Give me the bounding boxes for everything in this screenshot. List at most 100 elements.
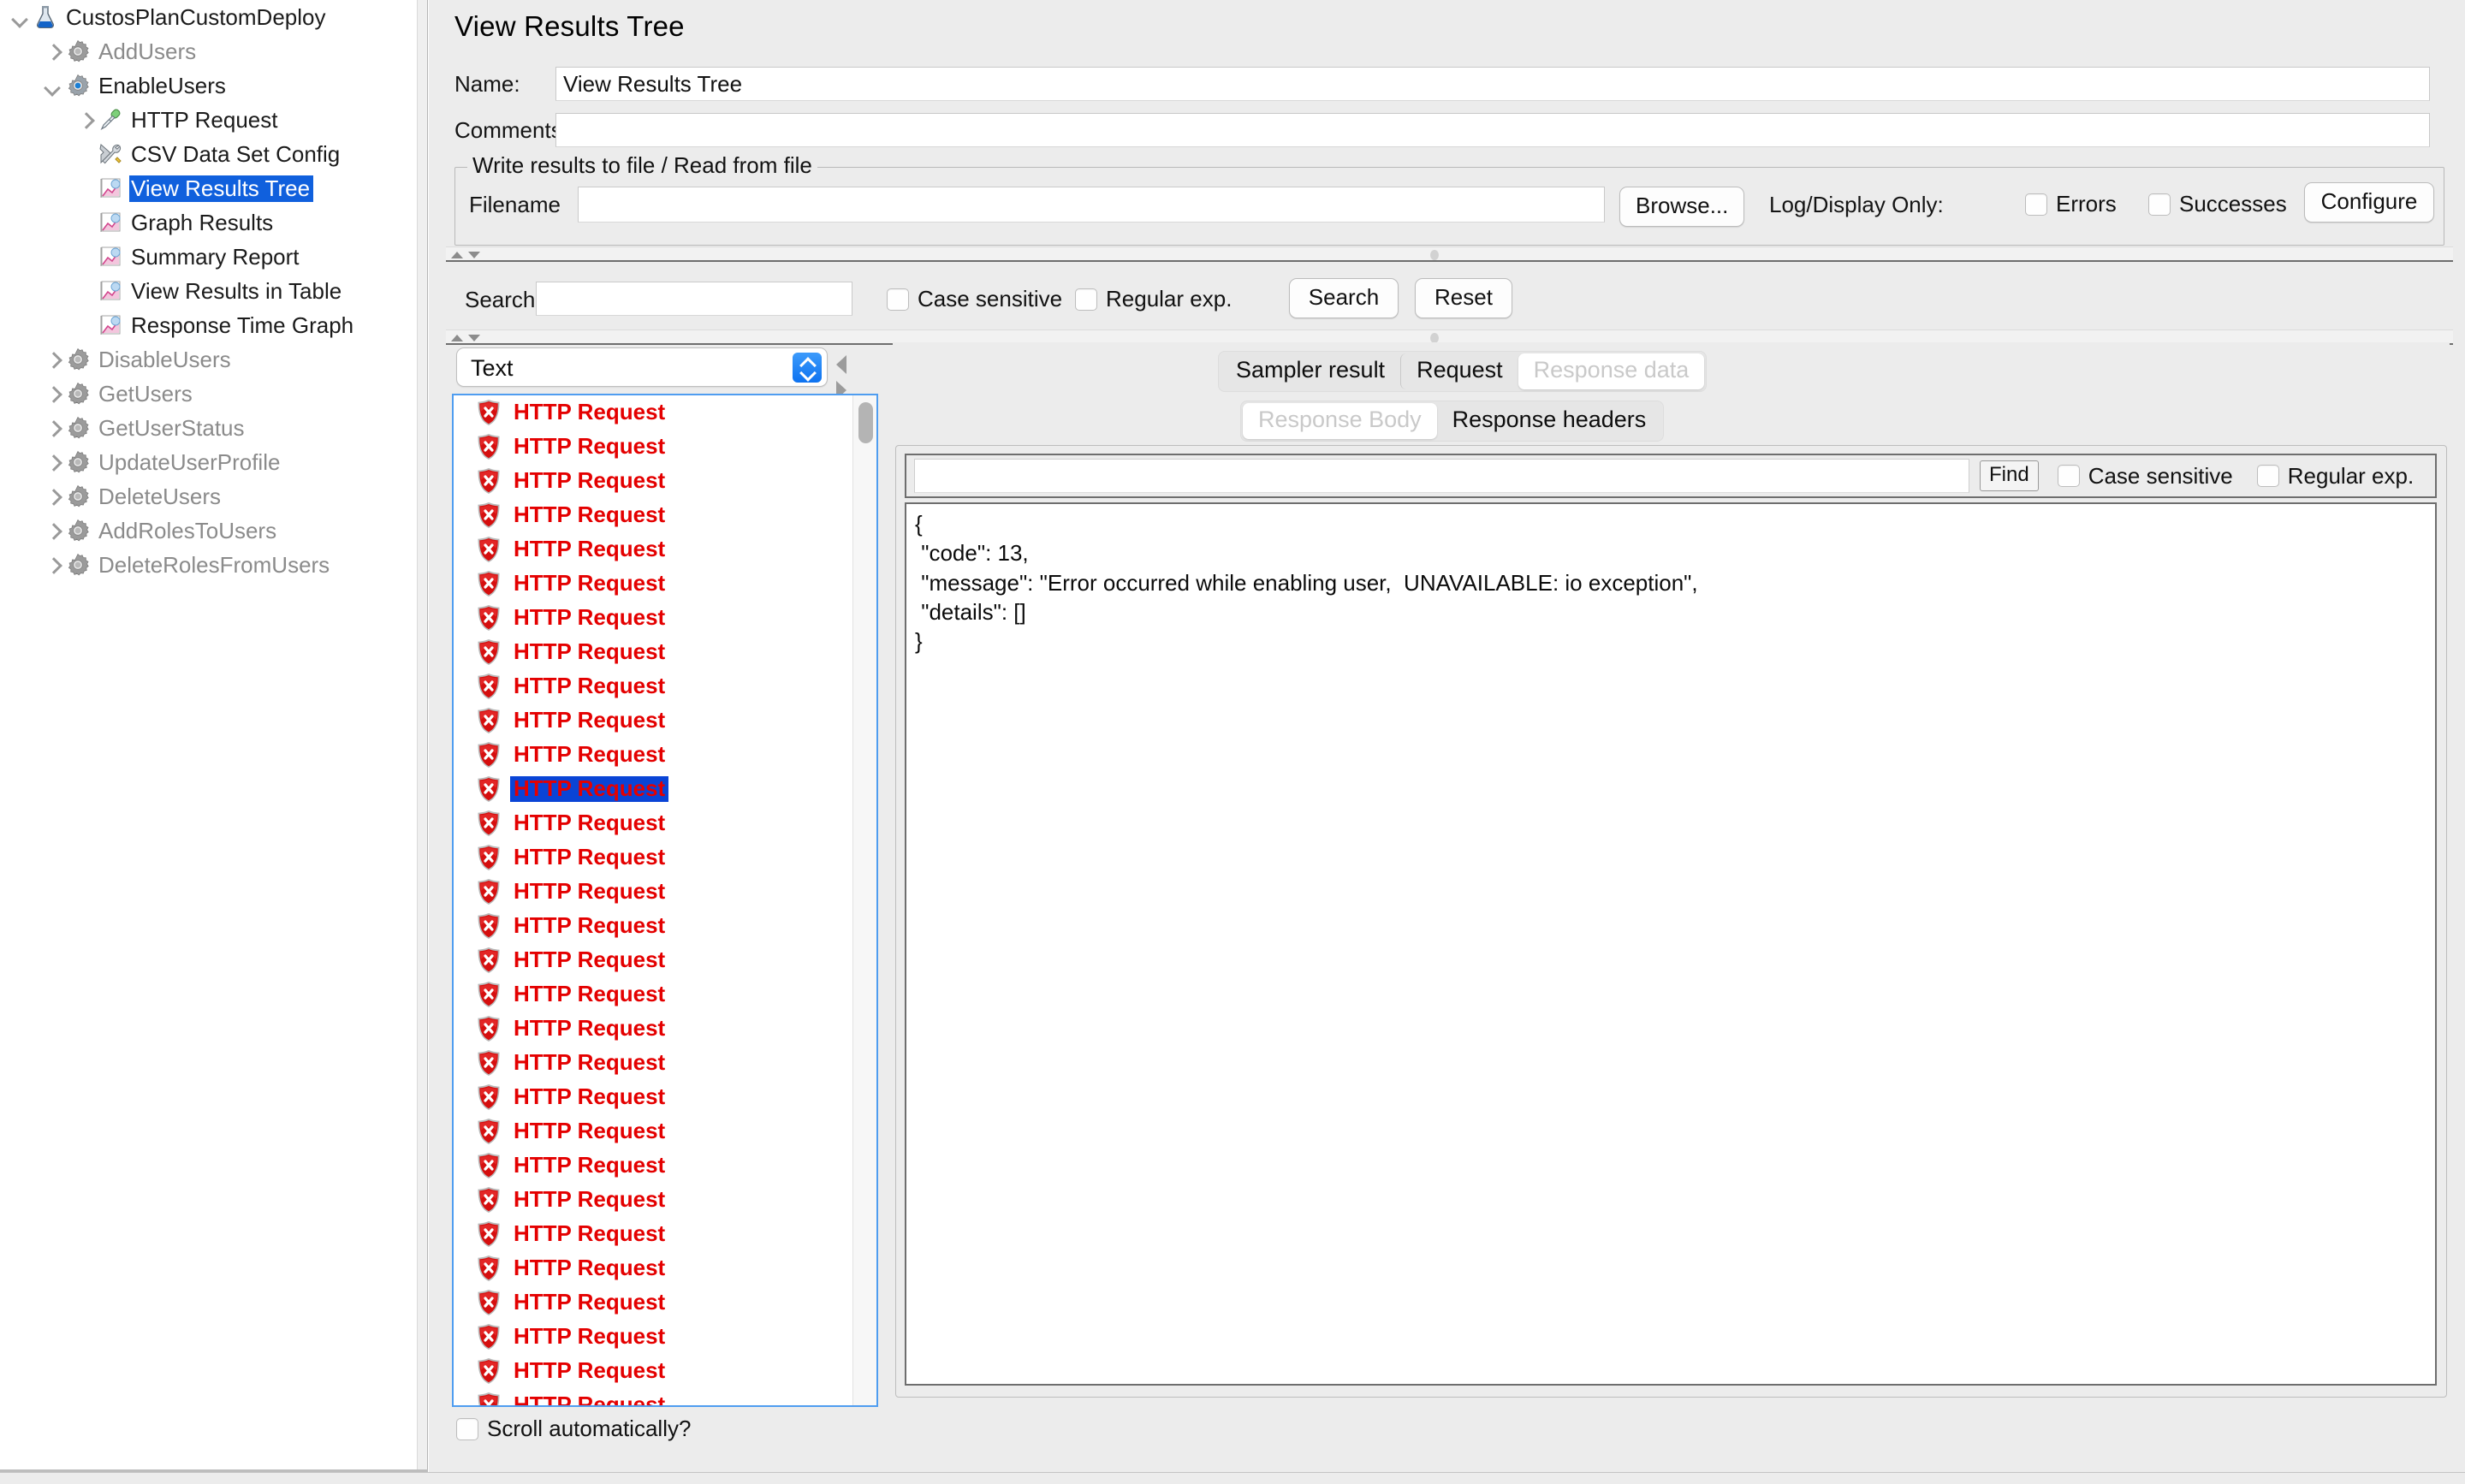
- tree-item-view-results-in-table[interactable]: View Results in Table: [0, 274, 427, 308]
- collapse-up-icon[interactable]: [451, 252, 463, 258]
- tab-sampler-result[interactable]: Sampler result: [1221, 353, 1400, 389]
- result-list-item[interactable]: HTTP Request: [454, 909, 876, 943]
- tree-item-disableusers[interactable]: DisableUsers: [0, 342, 427, 377]
- chevron-right-icon[interactable]: [41, 554, 63, 576]
- tree-item-graph-results[interactable]: Graph Results: [0, 205, 427, 240]
- successes-checkbox-group[interactable]: Successes: [2148, 191, 2287, 217]
- find-input[interactable]: [914, 459, 1969, 493]
- find-regex-checkbox[interactable]: [2256, 465, 2279, 487]
- result-detail-tabs[interactable]: Sampler result Request Response data: [1218, 351, 1708, 392]
- result-list-item[interactable]: HTTP Request: [454, 1388, 876, 1405]
- response-data-tabs[interactable]: Response Body Response headers: [1240, 401, 1665, 442]
- result-list-item[interactable]: HTTP Request: [454, 840, 876, 875]
- chevron-down-icon[interactable]: [9, 6, 31, 28]
- search-regex-checkbox[interactable]: [1075, 288, 1097, 311]
- tree-item-deleterolesfromusers[interactable]: DeleteRolesFromUsers: [0, 548, 427, 582]
- sample-result-list[interactable]: HTTP Request HTTP Request HTTP Request H…: [452, 394, 878, 1407]
- tree-item-csv-data-set-config[interactable]: CSV Data Set Config: [0, 137, 427, 171]
- result-list-item[interactable]: HTTP Request: [454, 1285, 876, 1320]
- errors-checkbox-group[interactable]: Errors: [2025, 191, 2117, 217]
- result-list-item[interactable]: HTTP Request: [454, 1320, 876, 1354]
- chevron-right-icon[interactable]: [41, 485, 63, 508]
- result-list-item[interactable]: HTTP Request: [454, 977, 876, 1012]
- chevron-down-icon[interactable]: [41, 74, 63, 97]
- errors-checkbox[interactable]: [2025, 193, 2047, 216]
- result-list-item[interactable]: HTTP Request: [454, 395, 876, 430]
- tree-item-summary-report[interactable]: Summary Report: [0, 240, 427, 274]
- filename-input[interactable]: [578, 187, 1605, 223]
- scroll-automatically-checkbox[interactable]: [456, 1417, 478, 1440]
- tab-response-body[interactable]: Response Body: [1243, 403, 1437, 439]
- result-list-item[interactable]: HTTP Request: [454, 875, 876, 909]
- name-input[interactable]: [555, 67, 2430, 101]
- test-plan-tree[interactable]: CustosPlanCustomDeploy AddUsers EnableUs…: [0, 0, 427, 582]
- chevron-right-icon[interactable]: [41, 451, 63, 473]
- collapse-down-icon[interactable]: [468, 252, 480, 258]
- result-list-item[interactable]: HTTP Request: [454, 567, 876, 601]
- tree-item-addusers[interactable]: AddUsers: [0, 34, 427, 68]
- result-list-item[interactable]: HTTP Request: [454, 498, 876, 532]
- result-list-item[interactable]: HTTP Request: [454, 738, 876, 772]
- chevron-right-icon[interactable]: [41, 348, 63, 371]
- tree-item-addrolestousers[interactable]: AddRolesToUsers: [0, 513, 427, 548]
- result-list-item[interactable]: HTTP Request: [454, 532, 876, 567]
- result-list-scrollbar[interactable]: [852, 395, 876, 1405]
- chevron-right-icon[interactable]: [41, 383, 63, 405]
- successes-checkbox[interactable]: [2148, 193, 2171, 216]
- tree-item-response-time-graph[interactable]: Response Time Graph: [0, 308, 427, 342]
- result-list-item[interactable]: HTTP Request: [454, 1046, 876, 1080]
- tree-item-view-results-tree[interactable]: View Results Tree: [0, 171, 427, 205]
- reset-button[interactable]: Reset: [1415, 278, 1512, 318]
- result-list-item[interactable]: HTTP Request: [454, 464, 876, 498]
- tree-item-updateuserprofile[interactable]: UpdateUserProfile: [0, 445, 427, 479]
- search-input[interactable]: [536, 282, 852, 316]
- browse-button[interactable]: Browse...: [1619, 187, 1745, 227]
- tab-response-data[interactable]: Response data: [1518, 353, 1705, 389]
- result-list-item[interactable]: HTTP Request: [454, 1183, 876, 1217]
- tree-item-getusers[interactable]: GetUsers: [0, 377, 427, 411]
- result-list-item[interactable]: HTTP Request: [454, 703, 876, 738]
- tree-item-custosplancustomdeploy[interactable]: CustosPlanCustomDeploy: [0, 0, 427, 34]
- tree-item-getuserstatus[interactable]: GetUserStatus: [0, 411, 427, 445]
- search-regex-group[interactable]: Regular exp.: [1075, 286, 1232, 312]
- result-list-item[interactable]: HTTP Request: [454, 635, 876, 669]
- response-body-text[interactable]: { "code": 13, "message": "Error occurred…: [905, 502, 2437, 1386]
- chevron-right-icon[interactable]: [74, 109, 96, 131]
- chevron-right-icon[interactable]: [41, 519, 63, 542]
- result-list-item[interactable]: HTTP Request: [454, 1114, 876, 1149]
- chevron-right-icon[interactable]: [41, 40, 63, 62]
- configure-button[interactable]: Configure: [2304, 182, 2434, 223]
- result-list-item[interactable]: HTTP Request: [454, 430, 876, 464]
- chevron-right-icon[interactable]: [41, 417, 63, 439]
- search-case-sensitive-checkbox[interactable]: [887, 288, 909, 311]
- chevron-updown-icon[interactable]: [793, 353, 822, 383]
- result-list-item[interactable]: HTTP Request: [454, 1354, 876, 1388]
- renderer-select[interactable]: Text: [456, 347, 828, 387]
- collapse-down-icon-2[interactable]: [468, 335, 480, 341]
- split-collapse-left-icon[interactable]: [836, 355, 846, 374]
- result-list-item[interactable]: HTTP Request: [454, 1080, 876, 1114]
- tree-item-http-request[interactable]: HTTP Request: [0, 103, 427, 137]
- scroll-automatically-group[interactable]: Scroll automatically?: [456, 1416, 691, 1442]
- result-list-item[interactable]: HTTP Request: [454, 1012, 876, 1046]
- split-divider-top[interactable]: [446, 246, 2453, 262]
- find-button[interactable]: Find: [1980, 460, 2039, 491]
- tree-scrollbar[interactable]: [417, 0, 427, 1472]
- result-list-item[interactable]: HTTP Request: [454, 772, 876, 806]
- result-list-item[interactable]: HTTP Request: [454, 943, 876, 977]
- search-button[interactable]: Search: [1289, 278, 1399, 318]
- tab-request[interactable]: Request: [1400, 353, 1518, 389]
- test-plan-tree-panel[interactable]: CustosPlanCustomDeploy AddUsers EnableUs…: [0, 0, 428, 1472]
- result-list-item[interactable]: HTTP Request: [454, 669, 876, 703]
- result-list-item[interactable]: HTTP Request: [454, 806, 876, 840]
- find-case-sensitive-checkbox[interactable]: [2057, 465, 2080, 487]
- result-list-scrollbar-thumb[interactable]: [858, 402, 873, 443]
- tree-item-enableusers[interactable]: EnableUsers: [0, 68, 427, 103]
- tab-response-headers[interactable]: Response headers: [1437, 403, 1662, 439]
- result-list-item[interactable]: HTTP Request: [454, 1217, 876, 1251]
- tree-item-deleteusers[interactable]: DeleteUsers: [0, 479, 427, 513]
- comments-input[interactable]: [555, 113, 2430, 147]
- result-list-item[interactable]: HTTP Request: [454, 1251, 876, 1285]
- collapse-up-icon-2[interactable]: [451, 335, 463, 341]
- search-case-sensitive-group[interactable]: Case sensitive: [887, 286, 1062, 312]
